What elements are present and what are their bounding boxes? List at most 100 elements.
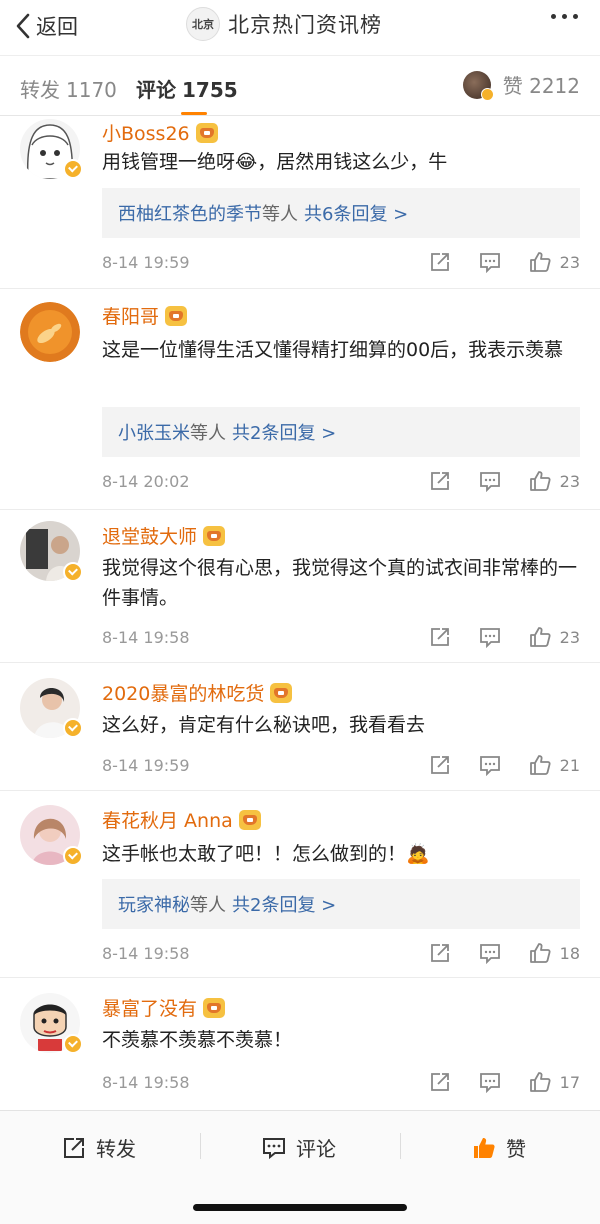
like-count: 23 — [559, 252, 580, 272]
tab-like[interactable]: 赞 2212 — [462, 70, 580, 101]
home-indicator — [193, 1204, 407, 1211]
comment-text: 这么好，肯定有什么秘诀吧，我看看去 — [102, 714, 426, 736]
comment-time: 8-14 20:02 — [102, 472, 190, 491]
divider — [400, 1133, 401, 1159]
verified-badge — [63, 718, 83, 738]
comment-item: 退堂鼓大师 我觉得这个很有心思，我觉得这个真的试衣间非常棒的一件事情。 8-14… — [0, 511, 600, 663]
active-tab-indicator — [181, 112, 207, 115]
comment-username[interactable]: 2020暴富的林吃货 — [102, 679, 293, 706]
comment-item: 春花秋月 Anna 这手帐也太敢了吧！！怎么做到的！🙇 玩家神秘 等人 共2条回复 … — [0, 792, 600, 978]
comment-text: 我觉得这个很有心思，我觉得这个真的试衣间非常棒的一件事情。 — [102, 557, 578, 609]
comment-time: 8-14 19:59 — [102, 756, 190, 775]
comment-actions: 17 — [404, 1068, 580, 1096]
like-count: 18 — [559, 943, 580, 963]
comment-username[interactable]: 春阳哥 — [102, 302, 188, 329]
reply-preview[interactable]: 西柚红茶色的季节 等人 共6条回复 > — [102, 188, 580, 238]
like-count: 23 — [559, 627, 580, 647]
account-logo: 北京 — [186, 7, 220, 41]
comment-time: 8-14 19:59 — [102, 253, 190, 272]
like-label: 赞 — [506, 1137, 526, 1161]
reply-preview[interactable]: 玩家神秘 等人 共2条回复 > — [102, 879, 580, 929]
tab-repost[interactable]: 转发 1170 — [20, 74, 117, 103]
vip-crown-icon — [238, 809, 261, 830]
more-icon[interactable] — [551, 14, 578, 19]
verified-badge — [63, 562, 83, 582]
comment-text: 这是一位懂得生活又懂得精打细算的00后，我表示羡慕 — [102, 339, 564, 361]
tab-like-label: 赞 2212 — [502, 74, 580, 98]
share-icon[interactable] — [426, 939, 454, 967]
comment-actions: 18 — [404, 939, 580, 967]
repost-label: 转发 — [96, 1137, 136, 1161]
avatar[interactable] — [20, 302, 80, 362]
comment-icon[interactable] — [476, 1068, 504, 1096]
comment-item: 2020暴富的林吃货 这么好，肯定有什么秘诀吧，我看看去 8-14 19:59 … — [0, 664, 600, 791]
like-icon[interactable] — [526, 248, 554, 276]
comment-icon[interactable] — [476, 939, 504, 967]
comment-icon[interactable] — [476, 248, 504, 276]
comment-text: 这手帐也太敢了吧！！怎么做到的！🙇 — [102, 843, 430, 865]
like-icon[interactable] — [526, 467, 554, 495]
comment-actions: 23 — [404, 623, 580, 651]
comment-text: 用钱管理一绝呀😂，居然用钱这么少，牛 — [102, 151, 448, 173]
comment-icon[interactable] — [476, 623, 504, 651]
vip-crown-icon — [165, 305, 188, 326]
reply-preview[interactable]: 小张玉米 等人 共2条回复 > — [102, 407, 580, 457]
back-button[interactable]: 返回 — [14, 8, 78, 44]
tab-comment[interactable]: 评论 1755 — [136, 74, 238, 103]
comment-time: 8-14 19:58 — [102, 944, 190, 963]
comment-item: 暴富了没有 不羡慕不羡慕不羡慕！ 8-14 19:58 17 — [0, 979, 600, 1110]
share-icon[interactable] — [426, 1068, 454, 1096]
liker-avatar — [462, 70, 494, 101]
like-icon[interactable] — [526, 623, 554, 651]
like-button[interactable]: 赞 — [472, 1133, 526, 1162]
vip-crown-icon — [203, 997, 226, 1018]
tab-repost-label: 转发 — [20, 78, 60, 102]
comment-time: 8-14 19:58 — [102, 1073, 190, 1092]
divider — [200, 1133, 201, 1159]
comment-icon[interactable] — [476, 467, 504, 495]
like-count: 17 — [559, 1072, 580, 1092]
like-icon[interactable] — [526, 1068, 554, 1096]
verified-badge — [63, 159, 83, 179]
share-icon[interactable] — [426, 623, 454, 651]
verified-badge — [63, 1034, 83, 1054]
vip-crown-icon — [203, 525, 226, 546]
account-header[interactable]: 北京 北京热门资讯榜 — [186, 6, 382, 42]
share-icon — [64, 1137, 84, 1158]
verified-badge — [63, 846, 83, 866]
page-title: 北京热门资讯榜 — [228, 13, 382, 37]
share-icon[interactable] — [426, 248, 454, 276]
comment-icon[interactable] — [476, 751, 504, 779]
top-navbar: 返回 北京 北京热门资讯榜 — [0, 0, 600, 56]
detail-tabs: 转发 1170 评论 1755 赞 2212 — [0, 56, 600, 116]
thumbs-up-icon — [474, 1137, 495, 1158]
comment-actions: 23 — [404, 467, 580, 495]
comment-username[interactable]: 春花秋月 Anna — [102, 806, 261, 833]
comment-username[interactable]: 暴富了没有 — [102, 994, 226, 1021]
comment-item: 小Boss26 用钱管理一绝呀😂，居然用钱这么少，牛 西柚红茶色的季节 等人 共6条… — [0, 117, 600, 289]
back-label: 返回 — [36, 15, 78, 39]
chevron-left-icon — [16, 13, 30, 39]
comment-icon — [263, 1137, 285, 1159]
vip-crown-icon — [195, 122, 218, 143]
comment-item: 春阳哥 这是一位懂得生活又懂得精打细算的00后，我表示羡慕 小张玉米 等人 共2条回… — [0, 290, 600, 510]
comment-actions: 23 — [404, 248, 580, 276]
share-icon[interactable] — [426, 467, 454, 495]
comment-label: 评论 — [296, 1137, 336, 1161]
comment-username[interactable]: 小Boss26 — [102, 119, 218, 146]
comment-button[interactable]: 评论 — [262, 1133, 336, 1162]
comment-text: 不羡慕不羡慕不羡慕！ — [102, 1029, 293, 1051]
vip-crown-icon — [270, 682, 293, 703]
comment-time: 8-14 19:58 — [102, 628, 190, 647]
comment-actions: 21 — [404, 751, 580, 779]
like-icon[interactable] — [526, 939, 554, 967]
tab-comment-count: 1755 — [182, 78, 238, 102]
like-icon[interactable] — [526, 751, 554, 779]
comment-username[interactable]: 退堂鼓大师 — [102, 522, 226, 549]
like-count: 21 — [559, 755, 580, 775]
repost-button[interactable]: 转发 — [62, 1133, 136, 1162]
share-icon[interactable] — [426, 751, 454, 779]
tab-repost-count: 1170 — [66, 78, 117, 102]
like-count: 23 — [559, 471, 580, 491]
tab-comment-label: 评论 — [136, 78, 176, 102]
